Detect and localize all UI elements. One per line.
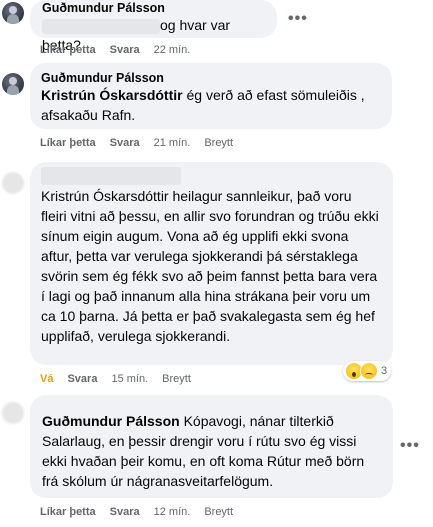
reaction-count: 3: [381, 365, 388, 377]
redacted-mention: [42, 18, 160, 34]
reply-button[interactable]: Svara: [67, 373, 97, 385]
timestamp[interactable]: 22 mín.: [154, 44, 191, 56]
mention-link[interactable]: Kristrún Óskarsdóttir: [41, 87, 183, 103]
reply-button[interactable]: Svara: [110, 44, 140, 56]
more-options-icon[interactable]: •••: [400, 438, 420, 454]
comment-actions: Vá Svara 15 mín. Breytt: [40, 373, 205, 385]
reply-button[interactable]: Svara: [110, 137, 140, 149]
avatar[interactable]: [2, 2, 24, 24]
comment-author[interactable]: Guðmundur Pálsson: [42, 1, 267, 15]
timestamp[interactable]: 21 mín.: [154, 137, 191, 149]
comment-bubble: Guðmundur Pálsson Kópavogi, nánar tilter…: [30, 395, 393, 498]
comment-bubble: Guðmundur Pálsson Kristrún Óskarsdóttir …: [30, 63, 392, 129]
reply-button[interactable]: Svara: [110, 506, 140, 518]
comment-bubble: Kristrún Óskarsdóttir heilagur sannleiku…: [30, 162, 393, 365]
like-button[interactable]: Líkar þetta: [40, 137, 96, 149]
edited-label: Breytt: [204, 506, 234, 518]
comment-actions: Líkar þetta Svara 12 mín. Breytt: [40, 506, 247, 518]
like-button[interactable]: Vá: [40, 373, 53, 385]
timestamp[interactable]: 15 mín.: [111, 373, 148, 385]
timestamp[interactable]: 12 mín.: [154, 506, 191, 518]
comment-actions: Líkar þetta Svara 22 mín.: [40, 44, 204, 56]
edited-label: Breytt: [162, 373, 191, 385]
reactions-summary[interactable]: 3: [343, 361, 392, 381]
comment-text: Kristrún Óskarsdóttir ég verð að efast s…: [41, 85, 380, 125]
edited-label: Breytt: [204, 137, 234, 149]
sad-emoji-icon: [360, 362, 378, 380]
like-button[interactable]: Líkar þetta: [40, 44, 96, 56]
comment-text: Guðmundur Pálsson Kópavogi, nánar tilter…: [42, 411, 380, 491]
more-options-icon[interactable]: •••: [288, 11, 308, 27]
comment-bubble: Guðmundur Pálsson og hvar var þetta?: [30, 0, 277, 53]
comment-author[interactable]: Guðmundur Pálsson: [42, 413, 180, 429]
avatar[interactable]: [2, 73, 24, 95]
avatar[interactable]: [2, 172, 24, 194]
comment-author[interactable]: Guðmundur Pálsson: [41, 71, 380, 85]
comment-actions: Líkar þetta Svara 21 mín. Breytt: [40, 137, 247, 149]
avatar[interactable]: [2, 402, 24, 424]
redacted-author: [41, 167, 181, 185]
like-button[interactable]: Líkar þetta: [40, 506, 96, 518]
comment-text: Kristrún Óskarsdóttir heilagur sannleiku…: [41, 188, 379, 344]
